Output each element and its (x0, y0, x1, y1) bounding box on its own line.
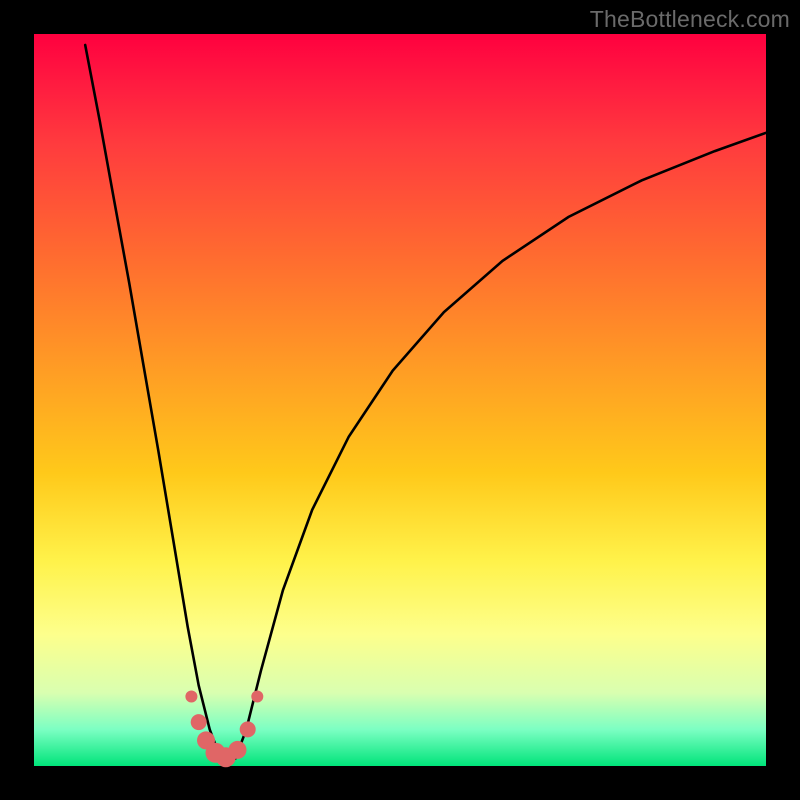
valley-marker (229, 741, 247, 759)
left-curve (85, 45, 221, 759)
valley-marker (185, 691, 197, 703)
valley-markers (185, 691, 263, 768)
watermark-text: TheBottleneck.com (590, 6, 790, 33)
right-curve (235, 133, 766, 759)
outer-frame: TheBottleneck.com (0, 0, 800, 800)
valley-marker (191, 714, 207, 730)
plot-area (34, 34, 766, 766)
valley-marker (251, 691, 263, 703)
chart-svg (34, 34, 766, 766)
valley-marker (240, 721, 256, 737)
